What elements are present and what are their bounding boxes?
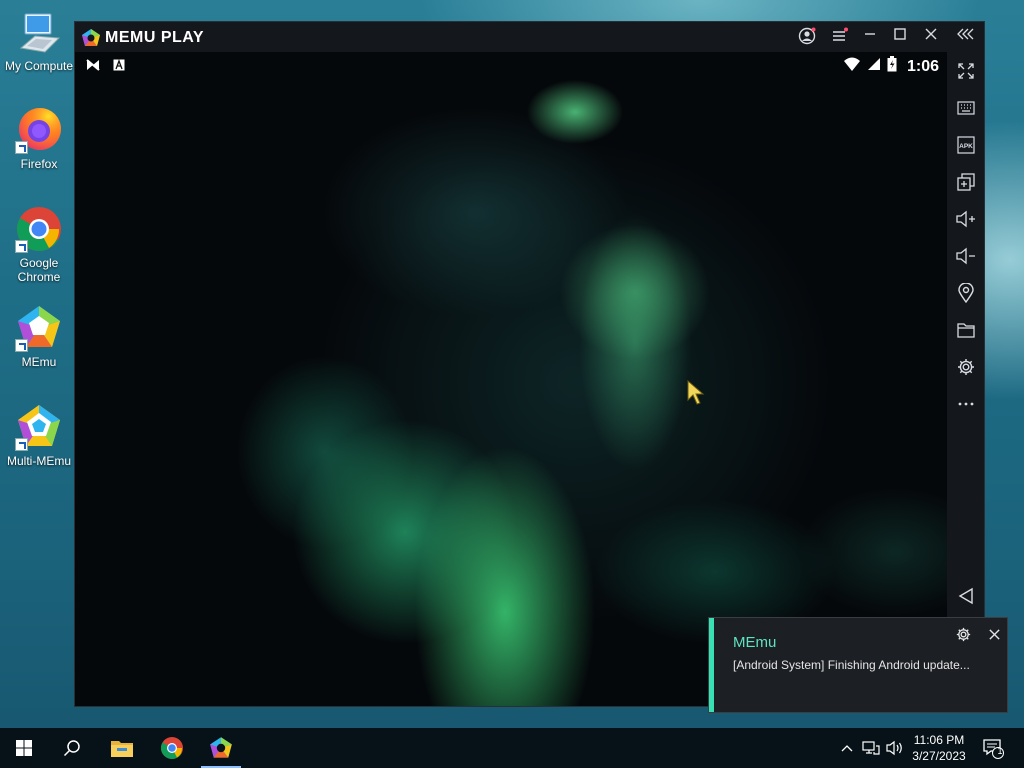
location-icon[interactable] (955, 282, 977, 304)
volume-down-icon[interactable] (955, 245, 977, 267)
menu-icon[interactable] (829, 27, 849, 47)
chrome-icon[interactable] (150, 728, 194, 768)
desktop-icon-google-chrome[interactable]: Google Chrome (0, 205, 78, 284)
desktop-icon-label: Google Chrome (17, 256, 61, 284)
close-icon[interactable] (921, 27, 941, 47)
android-clock: 1:06 (906, 57, 939, 75)
volume-up-icon[interactable] (955, 208, 977, 230)
settings-icon[interactable] (955, 356, 977, 378)
multi-memu-icon (15, 403, 63, 451)
more-icon[interactable] (955, 393, 977, 415)
memu-logo: MEMU PLAY (81, 28, 204, 48)
android-screen[interactable]: 1:06 (75, 52, 947, 706)
desktop-icon-memu[interactable]: MEmu (0, 304, 78, 369)
memu-icon[interactable] (199, 728, 243, 768)
notification-count-badge: 1 (997, 746, 1003, 756)
title-bar[interactable]: MEMU PLAY (75, 22, 984, 52)
minimize-icon[interactable] (860, 27, 880, 47)
start-icon[interactable] (2, 728, 46, 768)
action-center-icon[interactable]: 1 (980, 728, 1006, 768)
emulator-toolbar: APK (947, 52, 984, 706)
toast-close-icon[interactable] (986, 626, 1002, 642)
n-notification-icon (85, 58, 101, 77)
multi-window-icon[interactable] (955, 171, 977, 193)
maximize-icon[interactable] (890, 27, 910, 47)
toast-title: MEmu (733, 634, 777, 651)
network-icon[interactable] (860, 728, 882, 768)
signal-icon (867, 57, 881, 76)
desktop-icon-my-computer[interactable]: My Compute (0, 8, 78, 73)
desktop-icon-label: MEmu (21, 355, 57, 369)
chrome-icon (15, 205, 63, 253)
show-hidden-icons-icon[interactable] (838, 728, 856, 768)
memu-icon (15, 304, 63, 352)
memu-window: MEMU PLAY 1:06 APK (74, 21, 985, 707)
folder-icon[interactable] (955, 319, 977, 341)
apk-label: APK (959, 143, 973, 150)
app-title: MEMU PLAY (105, 29, 205, 46)
taskbar: 11:06 PM 3/27/2023 1 (0, 728, 1024, 768)
system-clock[interactable]: 11:06 PM 3/27/2023 (908, 732, 970, 764)
fullscreen-icon[interactable] (955, 60, 977, 82)
desktop-icon-label: My Compute (4, 59, 74, 73)
file-explorer-icon[interactable] (100, 728, 144, 768)
firefox-icon (15, 106, 63, 154)
toast-accent-bar (709, 618, 714, 712)
keyboard-icon[interactable] (955, 97, 977, 119)
apk-icon[interactable]: APK (955, 134, 977, 156)
computer-icon (15, 8, 63, 56)
collapse-sidebar-icon[interactable] (956, 27, 976, 47)
back-icon[interactable] (955, 585, 977, 607)
toast-settings-icon[interactable] (955, 626, 971, 642)
desktop-icon-multi-memu[interactable]: Multi-MEmu (0, 403, 78, 468)
wifi-icon (843, 56, 861, 77)
memu-logo-icon (82, 29, 100, 46)
android-status-bar: 1:06 (75, 52, 947, 78)
desktop-icon-label: Firefox (20, 157, 58, 171)
clock-time: 11:06 PM (913, 733, 965, 747)
a-notification-icon (113, 58, 125, 77)
desktop-icon-label: Multi-MEmu (6, 454, 71, 468)
mouse-cursor-icon (687, 379, 707, 411)
clock-date: 3/27/2023 (912, 749, 966, 763)
account-icon[interactable] (797, 27, 817, 47)
desktop-icon-firefox[interactable]: Firefox (0, 106, 78, 171)
volume-icon[interactable] (884, 728, 906, 768)
search-icon[interactable] (50, 728, 94, 768)
battery-icon (887, 56, 897, 77)
toast-message: [Android System] Finishing Android updat… (733, 658, 970, 672)
notification-toast[interactable]: MEmu [Android System] Finishing Android … (708, 617, 1008, 713)
